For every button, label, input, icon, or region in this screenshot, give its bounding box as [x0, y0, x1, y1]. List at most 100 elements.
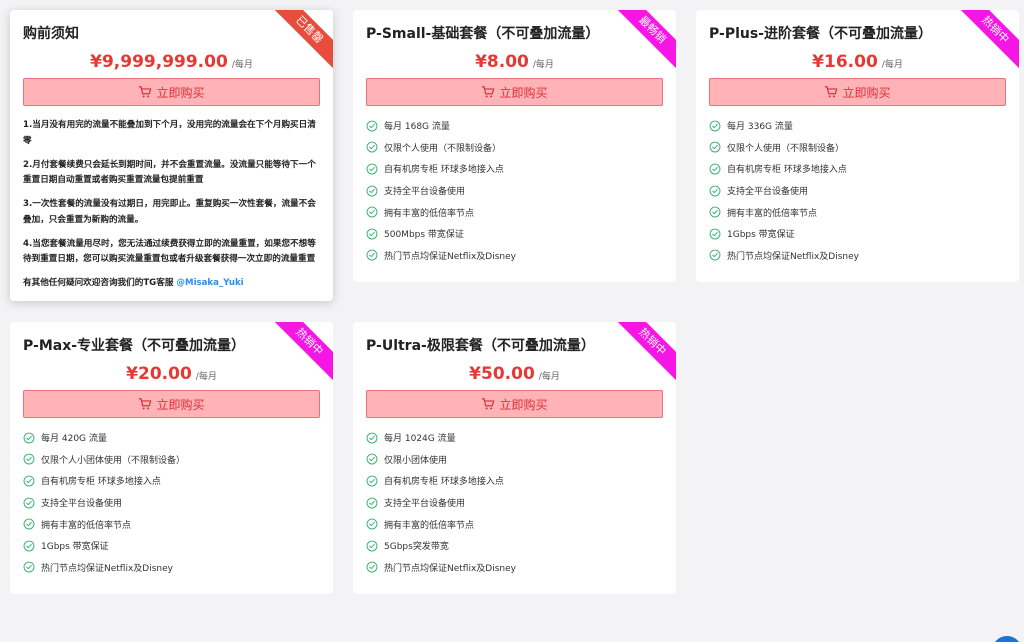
check-circle-icon [23, 453, 35, 465]
buy-button-label: 立即购买 [499, 397, 548, 412]
plan-title: P-Small-基础套餐（不可叠加流量） [366, 26, 600, 42]
feature-text: 热门节点均保证Netflix及Disney [384, 251, 516, 262]
feature-text: 拥有丰富的低倍率节点 [41, 520, 132, 531]
feature-list: 每月 420G 流量 仅限个人小团体使用（不限制设备） 自有机房专柜 环球多地接入点… [23, 427, 185, 578]
feature-item: 支持全平台设备使用 [366, 492, 516, 514]
feature-item: 热门节点均保证Netflix及Disney [709, 245, 859, 267]
check-circle-icon [366, 228, 378, 240]
feature-text: 拥有丰富的低倍率节点 [384, 520, 475, 531]
check-circle-icon [23, 518, 35, 530]
check-circle-icon [366, 185, 378, 197]
note-2: 2.月付套餐续费只会延长到期时间，并不会重置流量。没流量只能等待下一个重置日期自… [23, 159, 316, 186]
check-circle-icon [366, 453, 378, 465]
price: ¥16.00 [812, 52, 878, 72]
check-circle-icon [23, 475, 35, 487]
contact-line: 有其他任何疑问欢迎咨询我们的TG客服 @Misaka_Yuki [23, 276, 323, 292]
feature-text: 自有机房专柜 环球多地接入点 [727, 165, 847, 176]
buy-button-label: 立即购买 [156, 397, 205, 412]
feature-item: 1Gbps 带宽保证 [23, 535, 185, 557]
plan-card-ultra: 热销中 P-Ultra-极限套餐（不可叠加流量） ¥50.00/每月 立即购买 每月 1… [353, 322, 676, 594]
check-circle-icon [366, 141, 378, 153]
feature-text: 仅限个人使用（不限制设备） [384, 143, 502, 154]
buy-button[interactable]: 立即购买 [23, 78, 320, 106]
check-circle-icon [709, 163, 721, 175]
buy-button[interactable]: 立即购买 [23, 390, 320, 418]
cart-icon [139, 398, 152, 410]
plan-title: P-Ultra-极限套餐（不可叠加流量） [366, 338, 595, 354]
feature-item: 热门节点均保证Netflix及Disney [23, 557, 185, 579]
price: ¥8.00 [475, 52, 529, 72]
feature-item: 5Gbps突发带宽 [366, 535, 516, 557]
feature-text: 500Mbps 带宽保证 [384, 230, 464, 241]
price-unit: /每月 [538, 372, 560, 382]
help-chat-button[interactable] [992, 636, 1022, 642]
notice-card: 已售罄 购前须知 ¥9,999,999.00/每月 立即购买 1.当月没有用完的… [10, 10, 333, 301]
check-circle-icon [366, 540, 378, 552]
feature-text: 支持全平台设备使用 [727, 187, 809, 198]
feature-text: 拥有丰富的低倍率节点 [727, 208, 818, 219]
feature-list: 每月 168G 流量仅限个人使用（不限制设备） 自有机房专柜 环球多地接入点支持全… [366, 115, 516, 266]
feature-text: 每月 1024G 流量 [384, 434, 456, 445]
feature-item: 支持全平台设备使用 [709, 180, 859, 202]
feature-text: 1Gbps 带宽保证 [727, 230, 795, 241]
notice-title: 购前须知 [23, 26, 79, 42]
feature-item: 每月 168G 流量 [366, 115, 516, 137]
check-circle-icon [366, 518, 378, 530]
feature-text: 每月 420G 流量 [41, 434, 107, 445]
feature-item: 自有机房专柜 环球多地接入点 [23, 470, 185, 492]
feature-item: 热门节点均保证Netflix及Disney [366, 245, 516, 267]
feature-text: 自有机房专柜 环球多地接入点 [41, 477, 161, 488]
buy-button[interactable]: 立即购买 [366, 78, 663, 106]
feature-text: 支持全平台设备使用 [384, 187, 466, 198]
feature-item: 拥有丰富的低倍率节点 [366, 201, 516, 223]
price-unit: /每月 [532, 60, 554, 70]
feature-item: 每月 420G 流量 [23, 427, 185, 449]
price-unit: /每月 [231, 60, 253, 70]
check-circle-icon [366, 432, 378, 444]
feature-text: 支持全平台设备使用 [384, 499, 466, 510]
feature-text: 每月 336G 流量 [727, 122, 793, 133]
buy-button[interactable]: 立即购买 [709, 78, 1006, 106]
check-circle-icon [709, 228, 721, 240]
check-circle-icon [366, 120, 378, 132]
plan-title: P-Max-专业套餐（不可叠加流量） [23, 338, 246, 354]
feature-text: 每月 168G 流量 [384, 122, 450, 133]
feature-item: 每月 336G 流量 [709, 115, 859, 137]
cart-icon [825, 86, 838, 98]
price-row: ¥8.00/每月 [353, 52, 676, 72]
check-circle-icon [366, 475, 378, 487]
cart-icon [139, 86, 152, 98]
check-circle-icon [366, 206, 378, 218]
feature-list: 每月 1024G 流量 仅限小团体使用 自有机房专柜 环球多地接入点 支持全平台设备使… [366, 427, 516, 578]
plan-card-max: 热销中 P-Max-专业套餐（不可叠加流量） ¥20.00/每月 立即购买 每月 420… [10, 322, 333, 594]
plan-title: P-Plus-进阶套餐（不可叠加流量） [709, 26, 932, 42]
check-circle-icon [366, 561, 378, 573]
price-unit: /每月 [881, 60, 903, 70]
feature-text: 5Gbps突发带宽 [384, 542, 449, 553]
feature-item: 自有机房专柜 环球多地接入点 [366, 158, 516, 180]
note-1: 1.当月没有用完的流量不能叠加到下个月，没用完的流量会在下个月购买日清零 [23, 120, 316, 146]
check-circle-icon [23, 432, 35, 444]
tg-support-link[interactable]: @Misaka_Yuki [176, 278, 243, 288]
feature-item: 拥有丰富的低倍率节点 [709, 201, 859, 223]
price: ¥20.00 [126, 364, 192, 384]
feature-item: 每月 1024G 流量 [366, 427, 516, 449]
feature-text: 自有机房专柜 环球多地接入点 [384, 477, 504, 488]
buy-button-label: 立即购买 [842, 85, 891, 100]
check-circle-icon [366, 497, 378, 509]
price-row: ¥16.00/每月 [696, 52, 1019, 72]
price-unit: /每月 [195, 372, 217, 382]
plan-card-plus: 热销中 P-Plus-进阶套餐（不可叠加流量） ¥16.00/每月 立即购买 每月 33… [696, 10, 1019, 282]
feature-text: 热门节点均保证Netflix及Disney [384, 563, 516, 574]
notice-notes: 1.当月没有用完的流量不能叠加到下个月，没用完的流量会在下个月购买日清零 2.月… [23, 118, 323, 300]
price: ¥9,999,999.00 [90, 52, 228, 72]
feature-item: 1Gbps 带宽保证 [709, 223, 859, 245]
check-circle-icon [709, 120, 721, 132]
buy-button[interactable]: 立即购买 [366, 390, 663, 418]
check-circle-icon [23, 540, 35, 552]
feature-item: 支持全平台设备使用 [23, 492, 185, 514]
feature-item: 自有机房专柜 环球多地接入点 [366, 470, 516, 492]
feature-text: 1Gbps 带宽保证 [41, 542, 109, 553]
feature-item: 仅限个人使用（不限制设备） [709, 137, 859, 159]
feature-item: 拥有丰富的低倍率节点 [23, 513, 185, 535]
